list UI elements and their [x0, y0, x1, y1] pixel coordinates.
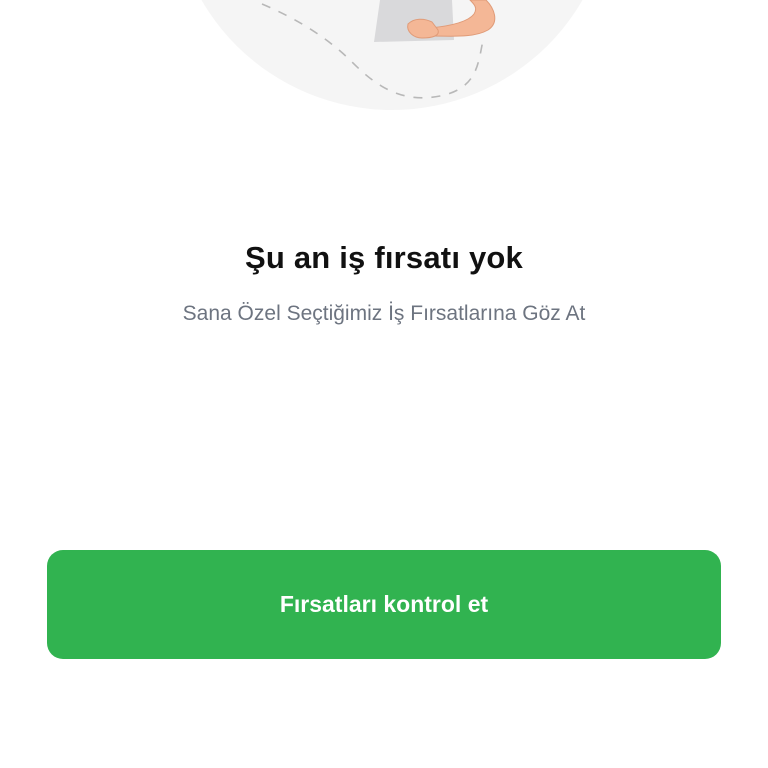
empty-state-title: Şu an iş fırsatı yok	[245, 240, 523, 275]
person-with-document-illustration	[201, 0, 583, 110]
check-opportunities-button[interactable]: Fırsatları kontrol et	[47, 550, 721, 659]
empty-state-screen: Şu an iş fırsatı yok Sana Özel Seçtiğimi…	[0, 0, 768, 768]
empty-state-subtitle: Sana Özel Seçtiğimiz İş Fırsatlarına Göz…	[182, 302, 586, 325]
